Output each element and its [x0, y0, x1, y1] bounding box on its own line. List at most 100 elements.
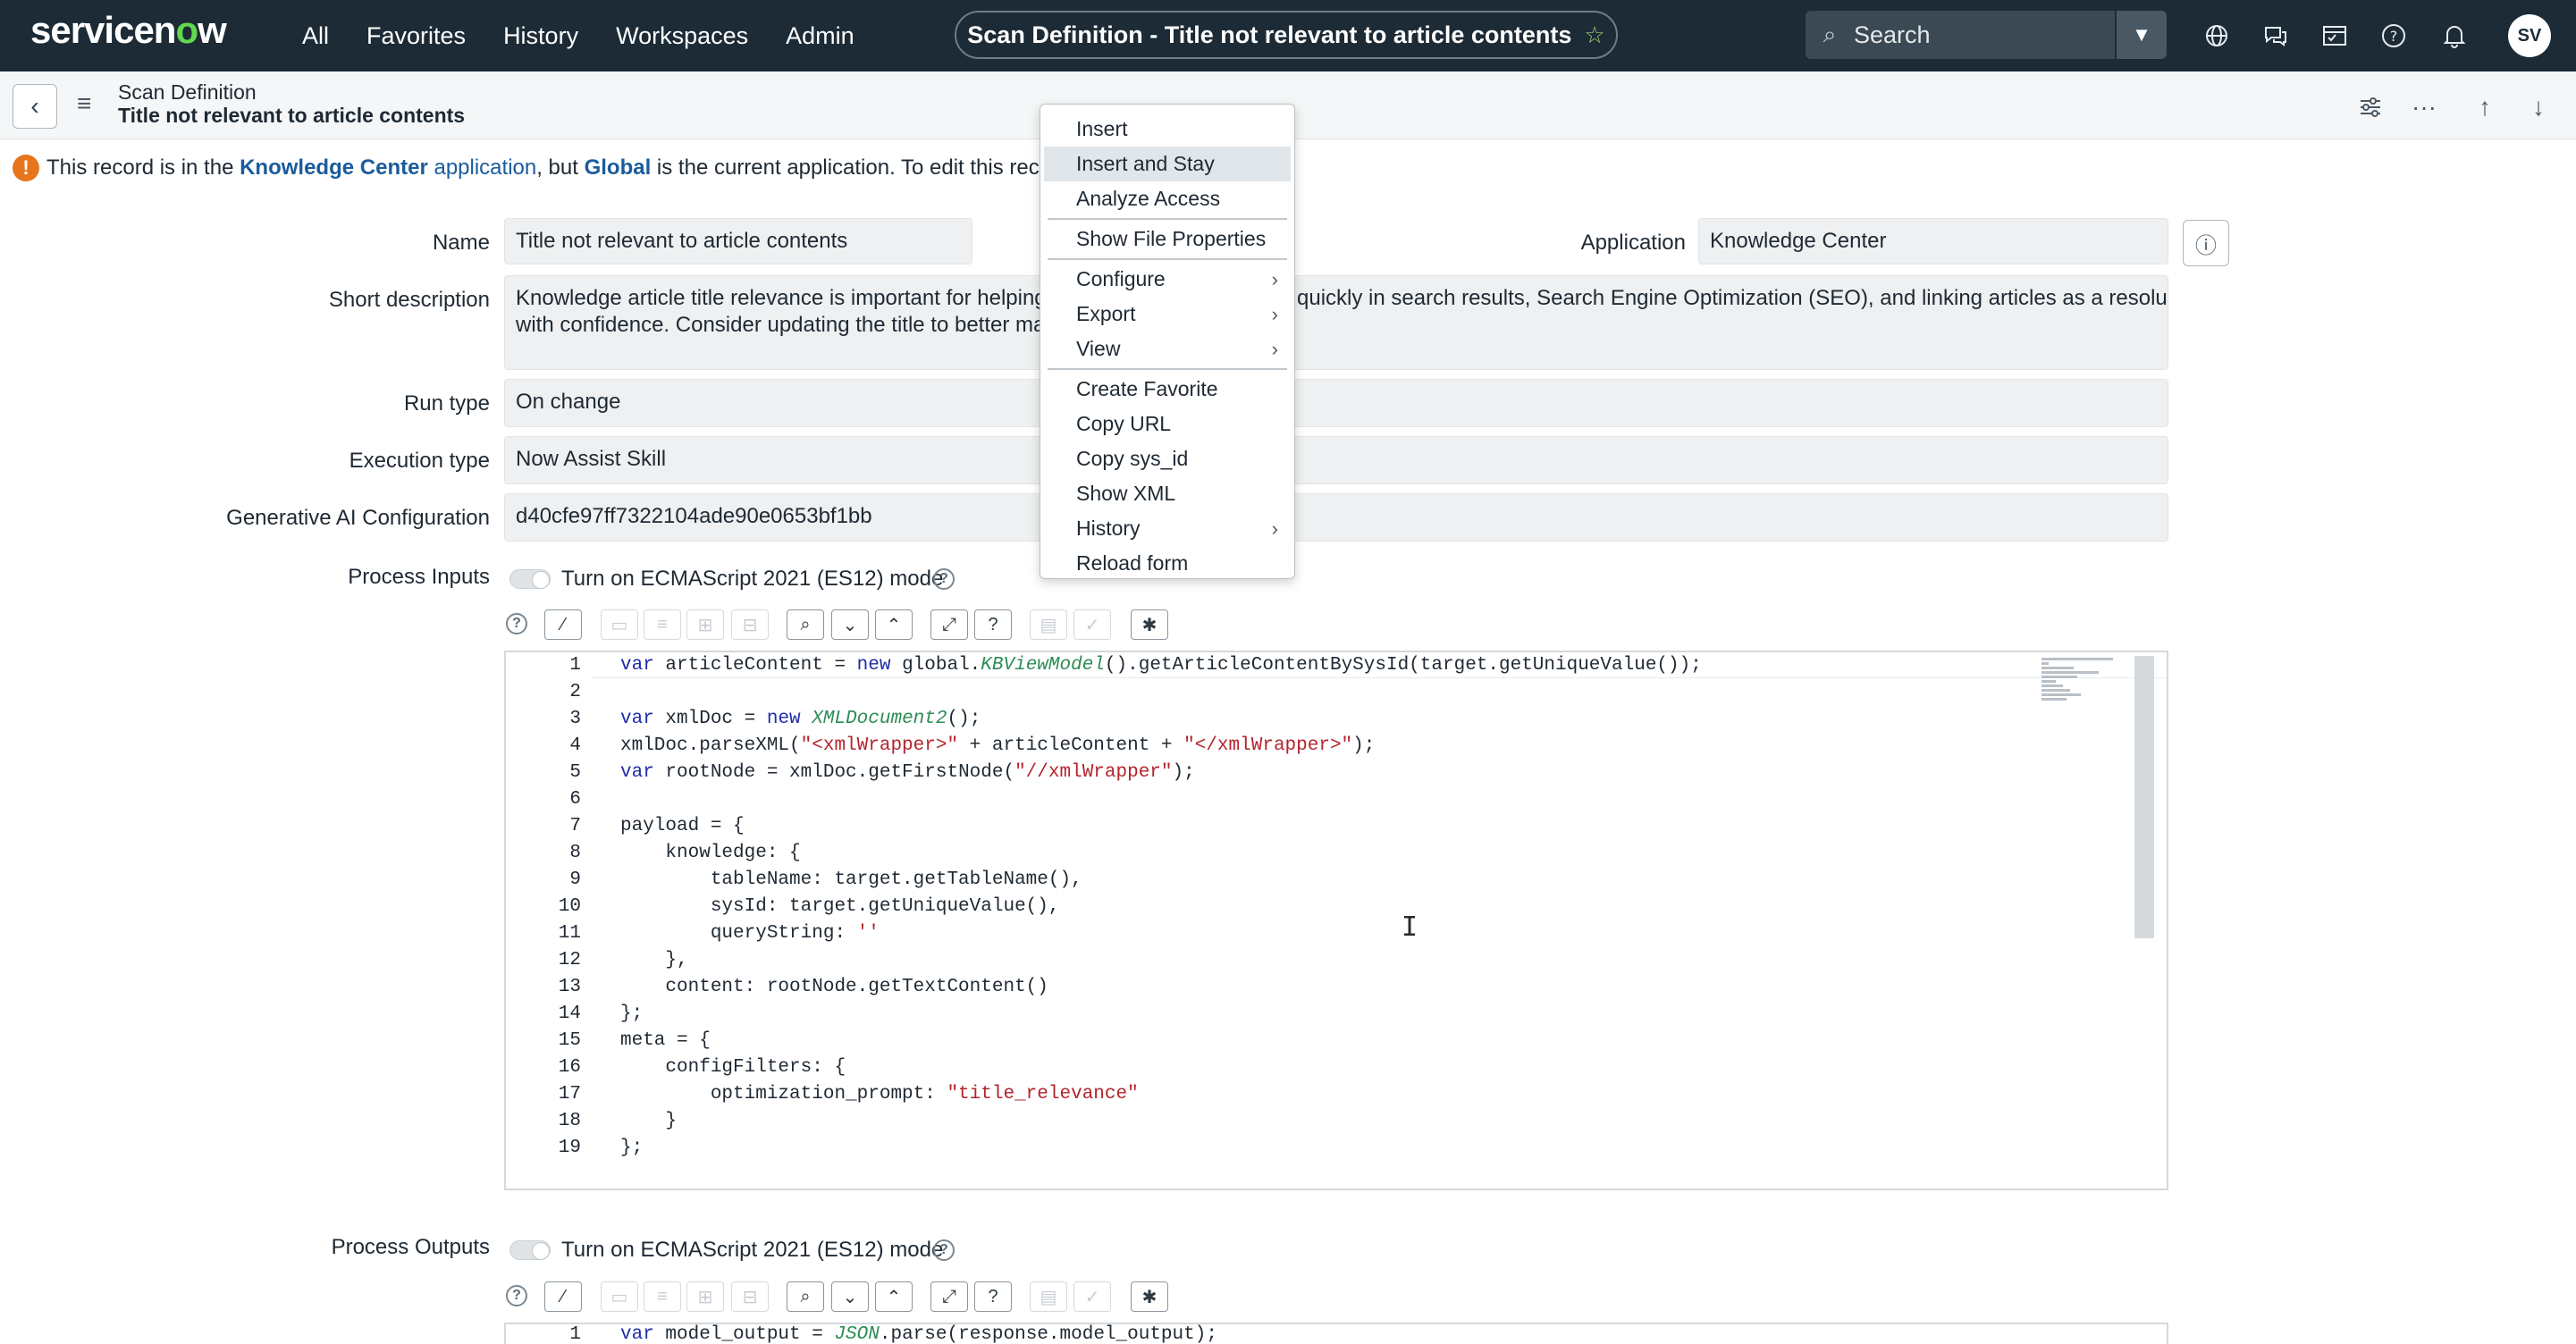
menu-item-copy-sys-id[interactable]: Copy sys_id	[1044, 441, 1291, 476]
code-line: configFilters: {	[620, 1057, 846, 1078]
menu-divider	[1048, 218, 1287, 220]
notifications-bell-icon[interactable]	[2435, 16, 2474, 55]
find-previous-chevron-up-icon-outputs[interactable]: ⌃	[875, 1281, 913, 1312]
ecmascript-toggle-outputs[interactable]	[509, 1240, 551, 1260]
menu-item-configure[interactable]: Configure ›	[1044, 262, 1291, 297]
find-next-chevron-down-icon[interactable]: ⌄	[831, 609, 869, 640]
top-navigation-bar: servicenow All Favorites History Workspa…	[0, 0, 2576, 71]
next-record-arrow-icon[interactable]: ↓	[2521, 89, 2556, 125]
run-type-label: Run type	[403, 391, 490, 416]
menu-item-insert[interactable]: Insert	[1044, 112, 1291, 147]
previous-record-arrow-icon[interactable]: ↑	[2467, 89, 2503, 125]
chevron-right-icon: ›	[1271, 303, 1278, 325]
user-avatar[interactable]: SV	[2508, 14, 2551, 57]
run-type-field[interactable]: On change	[504, 379, 2168, 427]
save-script-button: ▤	[1030, 609, 1067, 640]
nav-link-history[interactable]: History	[503, 22, 578, 50]
editor-help-icon[interactable]: ?	[506, 613, 527, 634]
name-field[interactable]: Title not relevant to article contents	[504, 218, 972, 265]
line-number-gutter: 1 2 3 4 5 6 7 8 9 10 11 12 13 14 15 16 1…	[506, 652, 592, 1162]
menu-item-show-file-properties[interactable]: Show File Properties	[1044, 222, 1291, 256]
validate-script-button-outputs: ✓	[1073, 1281, 1111, 1312]
toggle-syntax-editor-button[interactable]: ⁄	[544, 609, 582, 640]
menu-item-copy-url[interactable]: Copy URL	[1044, 407, 1291, 441]
chat-icon[interactable]	[2256, 16, 2295, 55]
search-code-icon[interactable]: ⌕	[787, 609, 824, 640]
line-number: 13	[558, 977, 581, 997]
servicenow-logo[interactable]: servicenow	[30, 9, 227, 52]
context-title-pill[interactable]: Scan Definition - Title not relevant to …	[955, 11, 1618, 59]
menu-item-history[interactable]: History ›	[1044, 511, 1291, 546]
search-scope-dropdown[interactable]: ▼	[2117, 11, 2167, 59]
validate-script-button: ✓	[1073, 609, 1111, 640]
checklist-icon[interactable]	[2315, 16, 2354, 55]
nav-link-favorites[interactable]: Favorites	[366, 22, 466, 50]
code-line: };	[620, 1004, 644, 1024]
banner-app-link[interactable]: Knowledge Center	[240, 155, 428, 180]
short-description-label: Short description	[328, 288, 490, 312]
application-field[interactable]: Knowledge Center	[1698, 218, 2168, 265]
code-line: tableName: target.getTableName(),	[620, 869, 1082, 890]
form-context-menu-icon[interactable]: ≡	[77, 89, 91, 118]
line-number: 17	[558, 1084, 581, 1105]
code-line: var articleContent = new global.KBViewMo…	[620, 655, 1702, 676]
menu-item-history-label: History	[1076, 517, 1141, 540]
favorite-star-icon[interactable]: ☆	[1584, 21, 1604, 49]
process-inputs-code-editor[interactable]: 1 2 3 4 5 6 7 8 9 10 11 12 13 14 15 16 1…	[504, 651, 2168, 1190]
script-debugger-bug-icon[interactable]: ✱	[1131, 609, 1168, 640]
menu-item-reload-form[interactable]: Reload form	[1044, 546, 1291, 581]
globe-icon[interactable]	[2197, 16, 2236, 55]
help-icon[interactable]: ?	[2374, 16, 2413, 55]
find-previous-chevron-up-icon[interactable]: ⌃	[875, 609, 913, 640]
find-next-chevron-down-icon-outputs[interactable]: ⌄	[831, 1281, 869, 1312]
application-info-icon[interactable]: ⓘ	[2183, 220, 2229, 266]
menu-item-create-favorite[interactable]: Create Favorite	[1044, 372, 1291, 407]
ecmascript-help-icon-outputs[interactable]: ?	[933, 1239, 955, 1261]
banner-text-mid: , but	[536, 155, 585, 180]
menu-item-analyze-access[interactable]: Analyze Access	[1044, 181, 1291, 216]
code-line: var model_output = JSON.parse(response.m…	[620, 1324, 1217, 1344]
toggle-syntax-editor-button-outputs[interactable]: ⁄	[544, 1281, 582, 1312]
editor-question-icon-outputs[interactable]: ?	[974, 1281, 1012, 1312]
code-minimap[interactable]	[2041, 658, 2113, 710]
editor-question-icon[interactable]: ?	[974, 609, 1012, 640]
line-number: 12	[558, 950, 581, 970]
fullscreen-icon[interactable]: ⤢	[930, 609, 968, 640]
code-line: },	[620, 950, 688, 970]
editor-help-icon-outputs[interactable]: ?	[506, 1285, 527, 1306]
menu-item-view[interactable]: View ›	[1044, 332, 1291, 366]
process-outputs-label: Process Outputs	[331, 1235, 490, 1259]
line-number: 1	[569, 1324, 581, 1344]
nav-link-admin[interactable]: Admin	[786, 22, 854, 50]
short-description-field[interactable]: Knowledge article title relevance is imp…	[504, 275, 2168, 370]
code-line: payload = {	[620, 816, 745, 836]
nav-link-all[interactable]: All	[302, 22, 329, 50]
editor-vertical-scrollbar[interactable]	[2134, 656, 2154, 938]
comment-selected-button-outputs: ▭	[601, 1281, 638, 1312]
process-outputs-code-editor[interactable]: 1 var model_output = JSON.parse(response…	[504, 1323, 2168, 1344]
code-line: xmlDoc.parseXML("<xmlWrapper>" + article…	[620, 735, 1376, 756]
menu-item-export[interactable]: Export ›	[1044, 297, 1291, 332]
ecmascript-help-icon-inputs[interactable]: ?	[933, 568, 955, 590]
code-line: meta = {	[620, 1030, 711, 1051]
nav-link-workspaces[interactable]: Workspaces	[616, 22, 748, 50]
personalize-form-icon[interactable]	[2353, 89, 2388, 125]
banner-current-app-link[interactable]: Global	[585, 155, 652, 180]
banner-message: This record is in the Knowledge Center a…	[46, 155, 1091, 181]
fullscreen-icon-outputs[interactable]: ⤢	[930, 1281, 968, 1312]
menu-item-insert-and-stay[interactable]: Insert and Stay	[1044, 147, 1291, 181]
back-button[interactable]: ‹	[13, 84, 57, 129]
global-search-input[interactable]: ⌕ Search	[1806, 11, 2115, 59]
chevron-right-icon: ›	[1271, 338, 1278, 360]
banner-app-word[interactable]: application	[434, 155, 536, 180]
more-options-icon[interactable]: ···	[2406, 89, 2442, 125]
execution-type-field[interactable]: Now Assist Skill	[504, 436, 2168, 484]
search-code-icon-outputs[interactable]: ⌕	[787, 1281, 824, 1312]
ecmascript-toggle-inputs[interactable]	[509, 569, 551, 589]
script-debugger-bug-icon-outputs[interactable]: ✱	[1131, 1281, 1168, 1312]
menu-item-show-xml[interactable]: Show XML	[1044, 476, 1291, 511]
code-line: }	[620, 1111, 678, 1131]
code-content: var articleContent = new global.KBViewMo…	[620, 652, 1702, 1162]
form-record-name: Title not relevant to article contents	[118, 104, 466, 127]
generative-ai-configuration-field[interactable]: d40cfe97ff7322104ade90e0653bf1bb	[504, 493, 2168, 542]
